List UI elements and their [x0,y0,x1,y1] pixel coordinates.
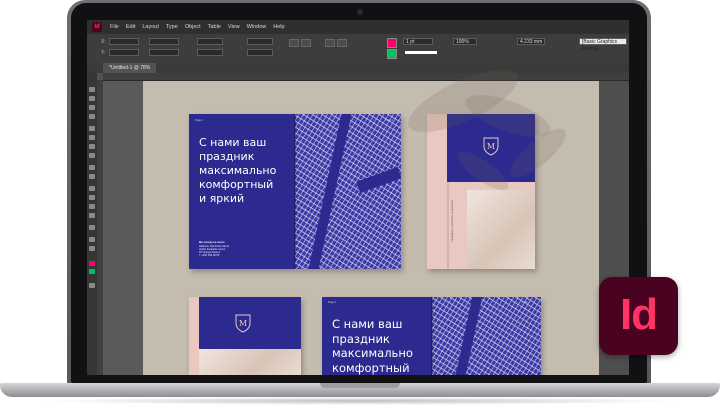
brochure-headline: С нами ваш праздник максимально комфортн… [199,136,277,206]
selection-tool-icon[interactable] [89,87,95,92]
stroke-color-icon[interactable] [89,269,95,274]
pen-tool-icon[interactable] [89,144,95,149]
river-shape [308,114,352,269]
city-map-image [295,114,401,269]
venue-photo [199,349,301,375]
menu-layout[interactable]: Layout [142,24,159,30]
width-field[interactable] [149,38,179,45]
indesign-logo-icon: Id [599,277,678,355]
indesign-logo-text: Id [619,290,658,339]
brochure-spread-bottom[interactable]: Page 2 Page 3 С нами ваш праздник максим… [322,297,541,375]
pencil-tool-icon[interactable] [89,153,95,158]
direct-selection-tool-icon[interactable] [89,96,95,101]
flip-h-icon[interactable] [301,39,311,47]
document-tab-bar: *Untitled-1 @ 78% [87,63,629,73]
laptop-notch [320,383,400,388]
menu-view[interactable]: View [228,24,240,30]
menu-type[interactable]: Type [166,24,178,30]
crest-letter: M [487,142,495,151]
select-content-icon[interactable] [337,39,347,47]
menu-table[interactable]: Table [208,24,221,30]
camera-icon [357,9,363,15]
rotate-cw-icon[interactable] [289,39,299,47]
contact-title: Мы всегда на связи [199,241,225,244]
menu-bar: Id File Edit Layout Type Object Table Vi… [87,20,629,34]
spread-fold [431,297,433,375]
menu-help[interactable]: Help [273,24,284,30]
height-field[interactable] [149,49,179,56]
document-canvas[interactable]: Page 2 Page 3 С нами ваш праздник максим… [103,57,629,375]
rectangle-tool-icon[interactable] [89,174,95,179]
stroke-swatch[interactable] [387,49,397,59]
folio-left: Page 2 [328,301,336,304]
page-tool-icon[interactable] [89,105,95,110]
type-tool-icon[interactable] [89,126,95,131]
fill-swatch[interactable] [387,38,397,48]
brochure-spread-top[interactable]: Page 2 Page 3 С нами ваш праздник максим… [189,114,401,269]
opacity-field[interactable]: 100% [453,38,477,45]
menu-file[interactable]: File [110,24,119,30]
stroke-weight-field[interactable]: 1 pt [403,38,433,45]
note-tool-icon[interactable] [89,213,95,218]
crest-icon: M [235,314,251,333]
river-shape [455,297,483,375]
river-shape [356,166,401,194]
brochure-spread-bottom-left[interactable]: M [189,297,301,375]
x-field[interactable] [109,38,139,45]
scale-x-field[interactable] [197,38,223,45]
brochure-headline: С нами ваш праздник максимально комфортн… [332,317,413,375]
rectangle-frame-tool-icon[interactable] [89,165,95,170]
folio-right: Page 3 [522,301,530,304]
crest-icon: M [483,137,499,156]
x-label: X: [101,39,106,45]
object-style-select[interactable]: [Basic Graphics Frame] [579,38,627,52]
indesign-window: Id File Edit Layout Type Object Table Vi… [87,20,629,375]
rotate-field[interactable] [247,38,273,45]
menu-object[interactable]: Object [185,24,201,30]
scale-y-field[interactable] [197,49,223,56]
hand-tool-icon[interactable] [89,237,95,242]
horizontal-ruler [103,73,629,81]
tools-panel [87,63,97,375]
menu-window[interactable]: Window [247,24,267,30]
crest-letter: M [239,319,247,328]
y-label: Y: [101,50,106,56]
contact-line: T +055 256 95 85 [199,254,220,257]
folio-right: Page 3 [385,119,393,122]
gradient-tool-icon[interactable] [89,204,95,209]
venue-photo [467,190,535,269]
screen-mode-icon[interactable] [89,283,95,288]
shear-field[interactable] [247,49,273,56]
pasteboard-left [103,81,143,375]
eyedropper-tool-icon[interactable] [89,225,95,230]
brochure-spread-cover[interactable]: M Свадебные торжества на миллион [427,114,535,269]
y-field[interactable] [109,49,139,56]
line-tool-icon[interactable] [89,135,95,140]
document-tab[interactable]: *Untitled-1 @ 78% [103,63,157,73]
laptop-shadow [40,397,680,405]
city-map-image [432,297,541,375]
spine-text: Свадебные торжества на миллион [451,200,454,242]
stroke-type-preview[interactable] [405,51,437,54]
size-field[interactable]: 4.233 mm [517,38,545,45]
select-container-icon[interactable] [325,39,335,47]
zoom-tool-icon[interactable] [89,246,95,251]
folio-left: Page 2 [195,119,203,122]
fill-color-icon[interactable] [89,261,95,266]
free-transform-tool-icon[interactable] [89,195,95,200]
app-logo-icon: Id [92,22,102,32]
menu-edit[interactable]: Edit [126,24,135,30]
scissors-tool-icon[interactable] [89,186,95,191]
gap-tool-icon[interactable] [89,114,95,119]
spread-fold [294,114,296,269]
spine-line [447,182,449,269]
control-panel: X: Y: 1 pt 100% 4.233 mm [Basic Graphics… [87,34,629,64]
